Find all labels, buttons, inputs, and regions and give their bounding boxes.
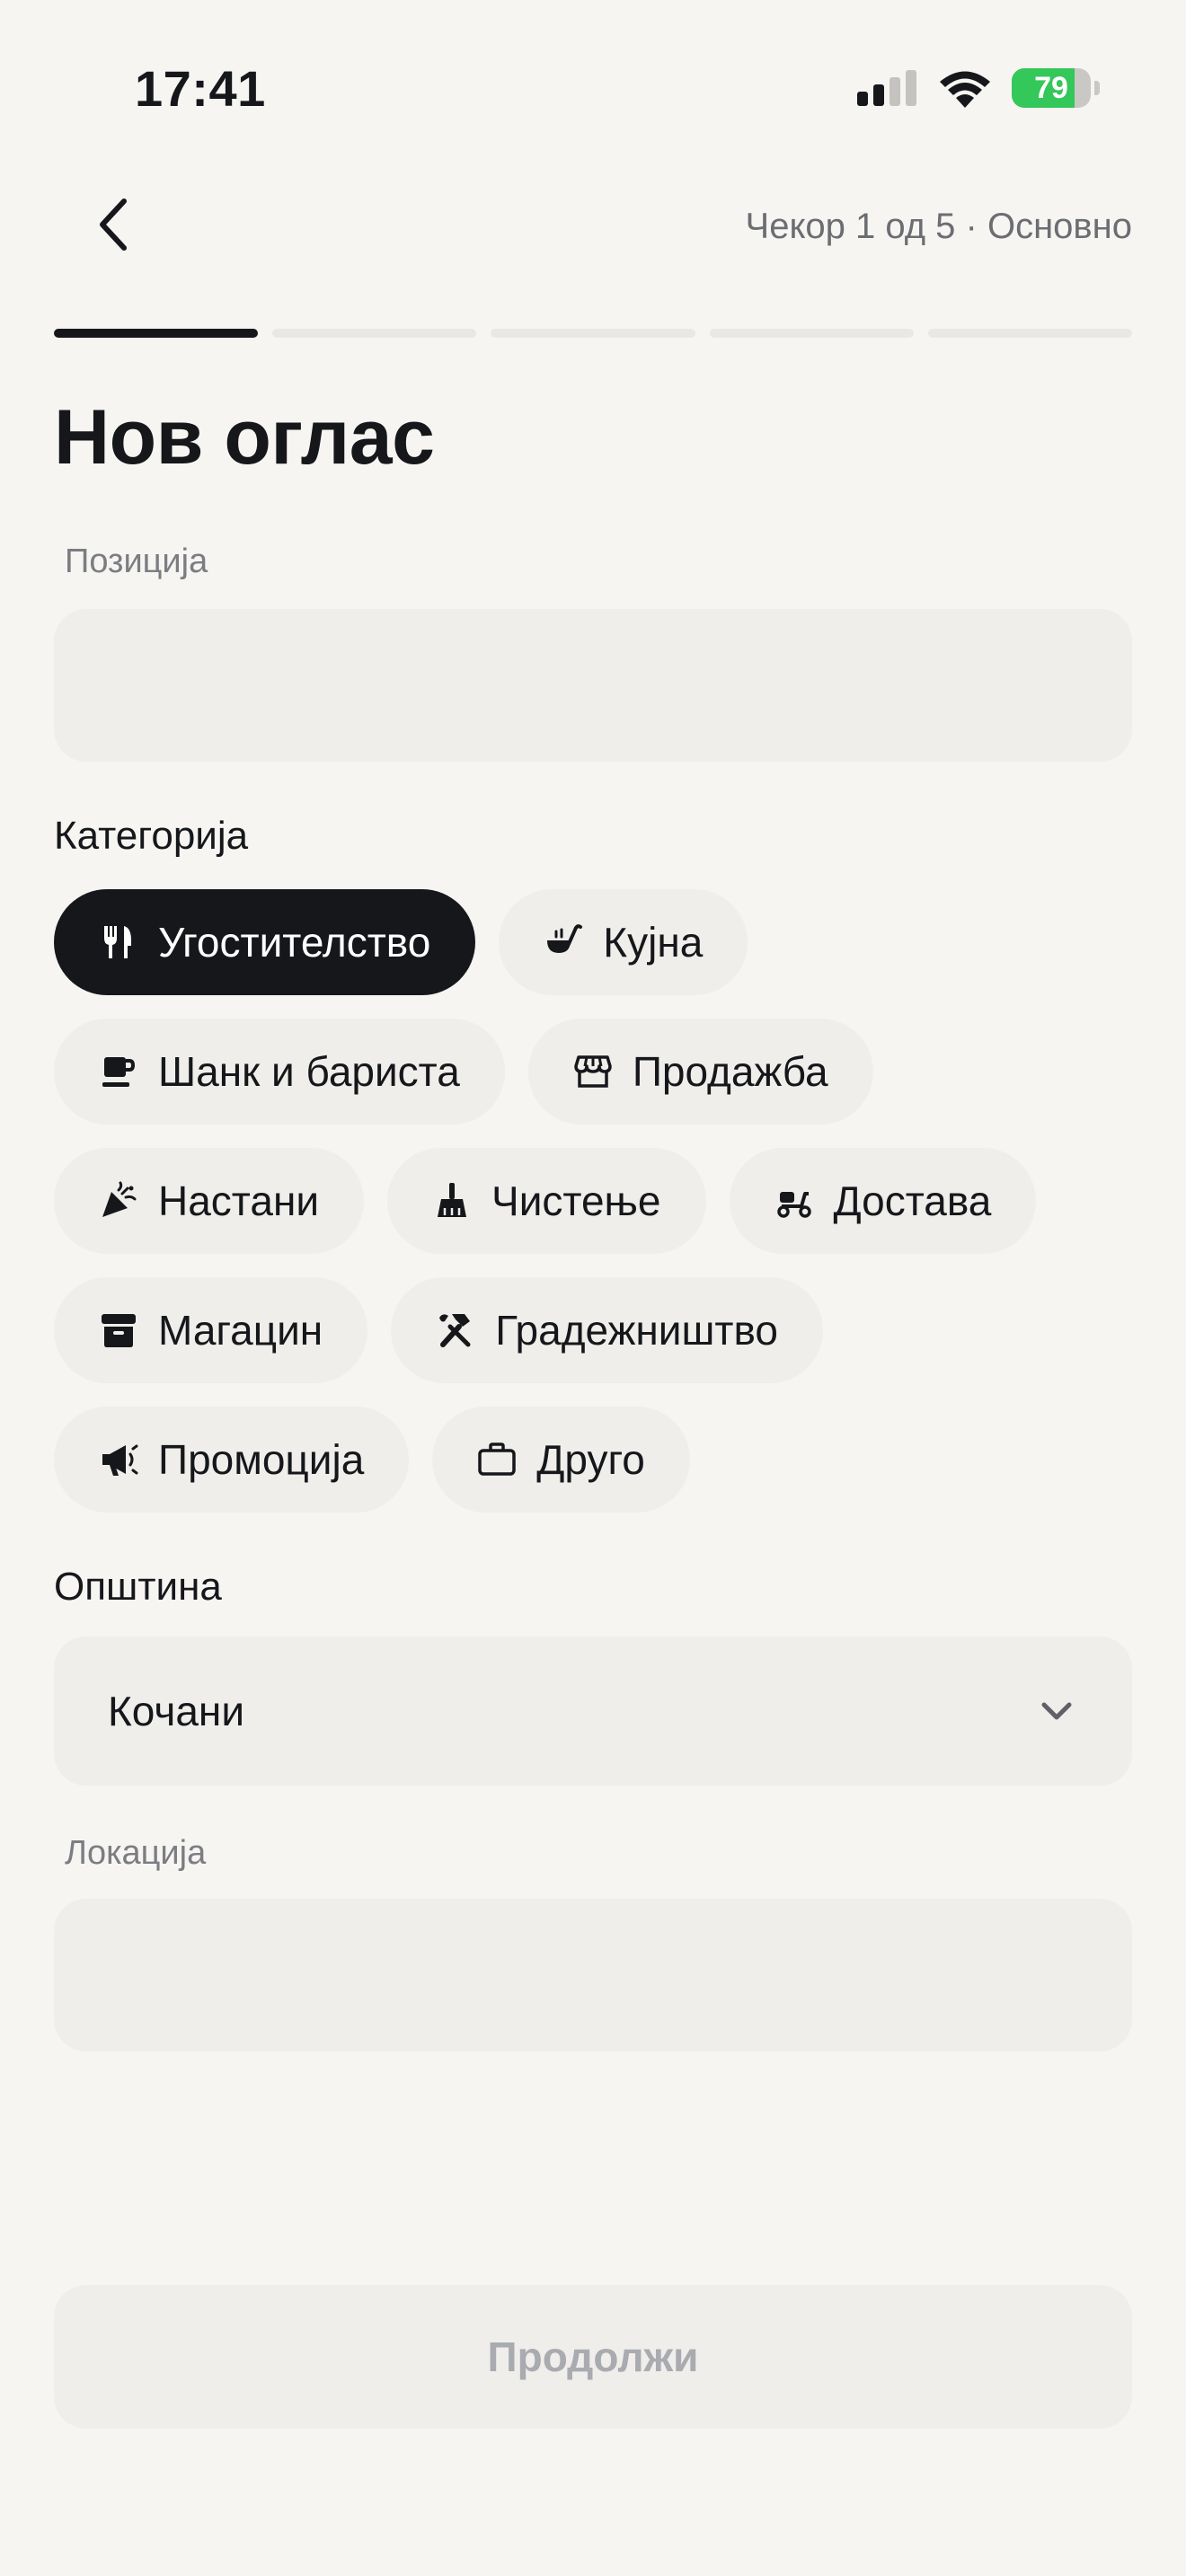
category-label: Категорија xyxy=(54,814,249,858)
wifi-icon xyxy=(940,71,990,108)
continue-button[interactable]: Продолжи xyxy=(54,2285,1132,2429)
category-chip-label: Кујна xyxy=(603,919,704,966)
category-chip-label: Достава xyxy=(833,1178,992,1224)
category-chip[interactable]: Настани xyxy=(54,1148,365,1254)
chip-row: Магацин Градежништво xyxy=(54,1277,1150,1383)
chip-row: Угостителство Кујна xyxy=(54,889,1150,995)
category-chip[interactable]: Чистење xyxy=(387,1148,706,1254)
battery: 79 xyxy=(1012,68,1091,108)
chip-row: Шанк и бариста Продажба xyxy=(54,1019,1150,1125)
briefcase-icon xyxy=(477,1440,517,1479)
position-label: Позиција xyxy=(65,543,208,580)
category-chip-label: Шанк и бариста xyxy=(158,1048,460,1095)
category-chips: Угостителство Кујна Шанк и бариста Продажба… xyxy=(54,889,1150,1536)
municipality-label: Општина xyxy=(54,1565,222,1609)
progress-segment xyxy=(272,329,477,338)
status-time: 17:41 xyxy=(135,60,266,117)
cellular-signal-icon xyxy=(857,70,916,106)
category-chip-label: Чистење xyxy=(491,1178,661,1224)
category-chip-label: Угостителство xyxy=(158,919,431,966)
location-label: Локација xyxy=(65,1834,207,1872)
step-label: Чекор 1 од 5 · Основно xyxy=(745,207,1132,246)
position-input[interactable] xyxy=(54,609,1132,762)
battery-cap xyxy=(1094,81,1100,95)
category-chip[interactable]: Угостителство xyxy=(54,889,476,995)
category-chip[interactable]: Градежништво xyxy=(391,1277,823,1383)
status-icons: 79 xyxy=(857,63,1100,113)
category-chip-label: Продажба xyxy=(632,1048,828,1095)
category-chip[interactable]: Достава xyxy=(729,1148,1037,1254)
battery-percent: 79 xyxy=(1034,70,1068,105)
category-chip[interactable]: Шанк и бариста xyxy=(54,1019,505,1125)
archive-box-icon xyxy=(99,1310,138,1350)
megaphone-icon xyxy=(99,1440,138,1479)
back-button[interactable] xyxy=(81,189,146,260)
municipality-value: Кочани xyxy=(108,1688,245,1734)
storefront-icon xyxy=(573,1052,613,1091)
hammer-wrench-icon xyxy=(436,1310,475,1350)
category-chip-label: Магацин xyxy=(158,1307,323,1354)
category-chip-label: Промоција xyxy=(158,1436,365,1483)
ladle-icon xyxy=(544,922,583,962)
chevron-left-icon xyxy=(100,198,127,251)
chip-row: Промоција Друго xyxy=(54,1407,1150,1513)
category-chip-label: Друго xyxy=(536,1436,645,1483)
progress-bar xyxy=(54,329,1133,338)
page-title: Нов оглас xyxy=(54,394,435,481)
progress-segment xyxy=(927,329,1133,338)
progress-segment xyxy=(54,329,259,338)
category-chip[interactable]: Друго xyxy=(432,1407,690,1513)
category-chip-label: Градежништво xyxy=(495,1307,778,1354)
category-chip[interactable]: Промоција xyxy=(54,1407,410,1513)
coffee-cup-icon xyxy=(99,1052,138,1091)
municipality-select[interactable]: Кочани xyxy=(54,1636,1132,1786)
party-popper-icon xyxy=(99,1181,138,1221)
category-chip-label: Настани xyxy=(158,1178,320,1224)
category-chip[interactable]: Продажба xyxy=(527,1019,873,1125)
scooter-icon xyxy=(774,1181,814,1221)
battery-charging-icon: 79 xyxy=(1012,68,1100,108)
category-chip[interactable]: Магацин xyxy=(54,1277,368,1383)
screen: 17:41 79 Чекор 1 од 5 · Основно Нов огла… xyxy=(0,0,1186,2576)
location-input[interactable] xyxy=(54,1899,1132,2051)
progress-segment xyxy=(709,329,914,338)
progress-segment xyxy=(491,329,695,338)
chip-row: Настани Чистење Достава xyxy=(54,1148,1150,1254)
chevron-down-icon xyxy=(1041,1702,1072,1720)
category-chip[interactable]: Кујна xyxy=(499,889,748,995)
fork-knife-icon xyxy=(99,922,138,962)
broom-icon xyxy=(432,1181,472,1221)
